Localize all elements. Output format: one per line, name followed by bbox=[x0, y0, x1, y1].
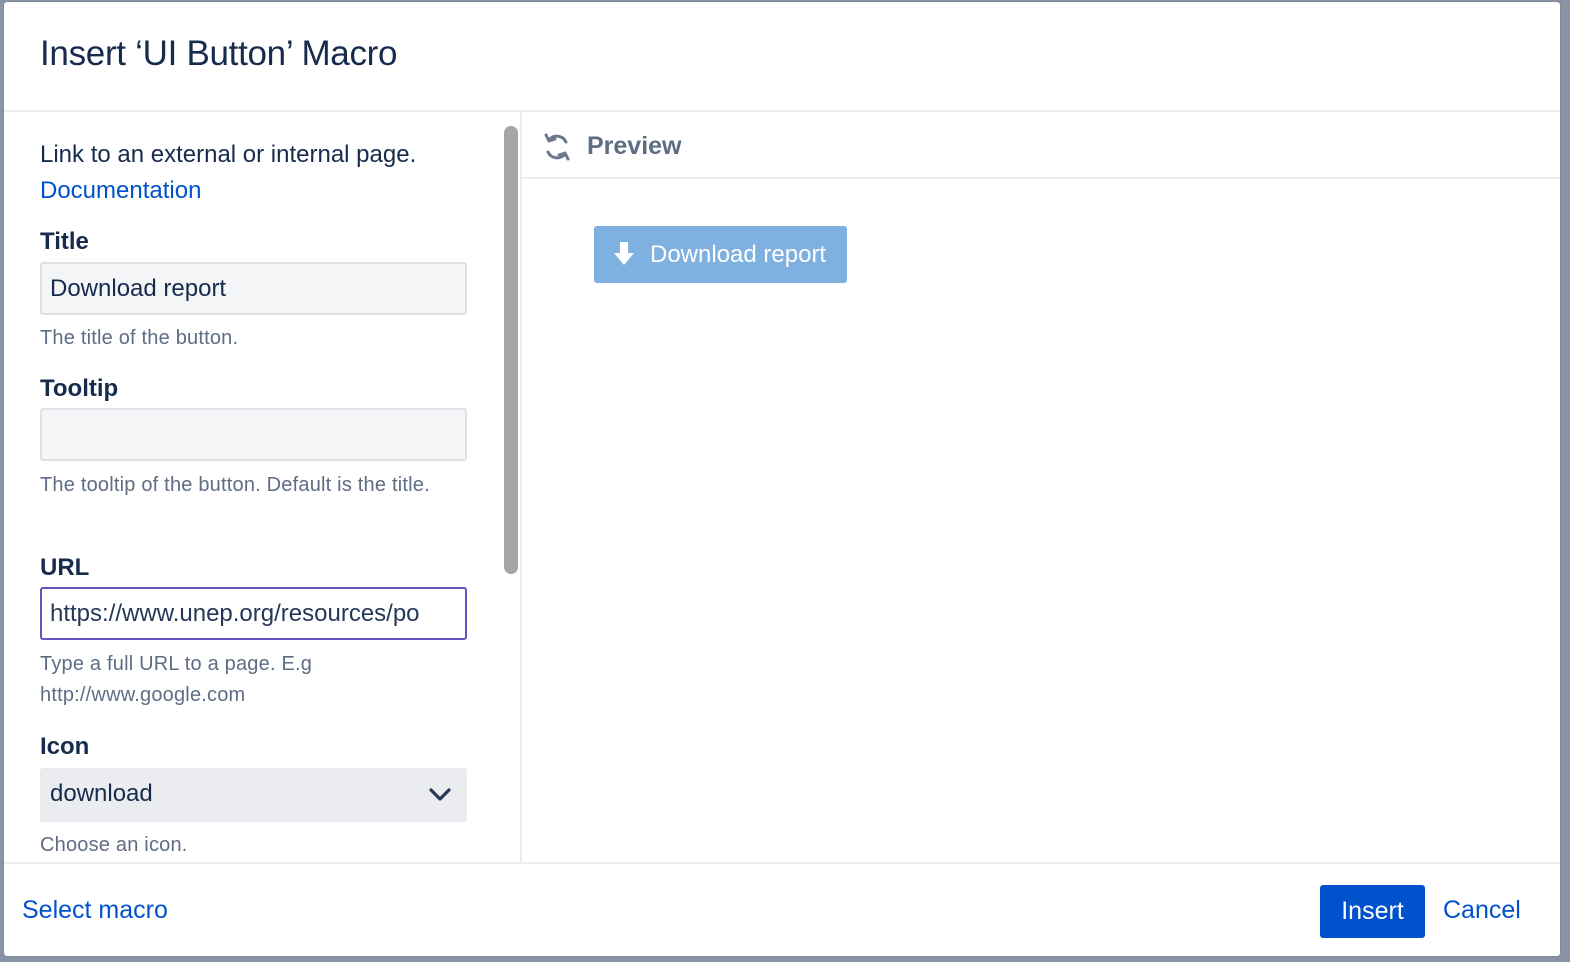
preview-panel: Preview Download report bbox=[522, 112, 1560, 862]
scrollbar-thumb[interactable] bbox=[504, 126, 518, 574]
tooltip-label: Tooltip bbox=[40, 375, 119, 402]
url-label: URL bbox=[40, 554, 90, 581]
documentation-link[interactable]: Documentation bbox=[40, 173, 201, 209]
title-help: The title of the button. bbox=[40, 327, 239, 349]
macro-description: Link to an external or internal page. bbox=[40, 141, 417, 168]
arrow-down-icon bbox=[614, 242, 634, 265]
dialog-header: Insert ‘UI Button’ Macro bbox=[4, 2, 1560, 112]
icon-select[interactable]: download bbox=[40, 768, 467, 822]
icon-label: Icon bbox=[40, 733, 90, 760]
insert-button[interactable]: Insert bbox=[1320, 885, 1425, 938]
url-help: Type a full URL to a page. E.g http://ww… bbox=[40, 653, 313, 706]
macro-parameters-panel: Link to an external or internal page. Do… bbox=[4, 112, 522, 862]
tooltip-help: The tooltip of the button. Default is th… bbox=[40, 474, 430, 496]
title-input[interactable] bbox=[40, 262, 467, 315]
select-macro-link[interactable]: Select macro bbox=[22, 896, 168, 925]
preview-button-label: Download report bbox=[650, 241, 827, 268]
chevron-down-icon bbox=[429, 788, 451, 801]
dialog-footer: Select macro Insert Cancel bbox=[4, 862, 1560, 956]
cancel-button[interactable]: Cancel bbox=[1443, 896, 1521, 925]
preview-header: Preview bbox=[522, 112, 1560, 179]
preview-title: Preview bbox=[587, 132, 682, 160]
icon-select-value: download bbox=[50, 780, 153, 807]
preview-download-button[interactable]: Download report bbox=[594, 226, 847, 283]
parameters-scrollbar[interactable] bbox=[504, 126, 518, 862]
dialog-title: Insert ‘UI Button’ Macro bbox=[40, 34, 398, 73]
title-label: Title bbox=[40, 228, 89, 255]
url-input[interactable] bbox=[40, 587, 467, 640]
refresh-icon[interactable] bbox=[542, 132, 572, 162]
insert-macro-dialog: Insert ‘UI Button’ Macro Link to an exte… bbox=[4, 2, 1560, 956]
tooltip-input[interactable] bbox=[40, 408, 467, 461]
icon-help: Choose an icon. bbox=[40, 834, 188, 856]
